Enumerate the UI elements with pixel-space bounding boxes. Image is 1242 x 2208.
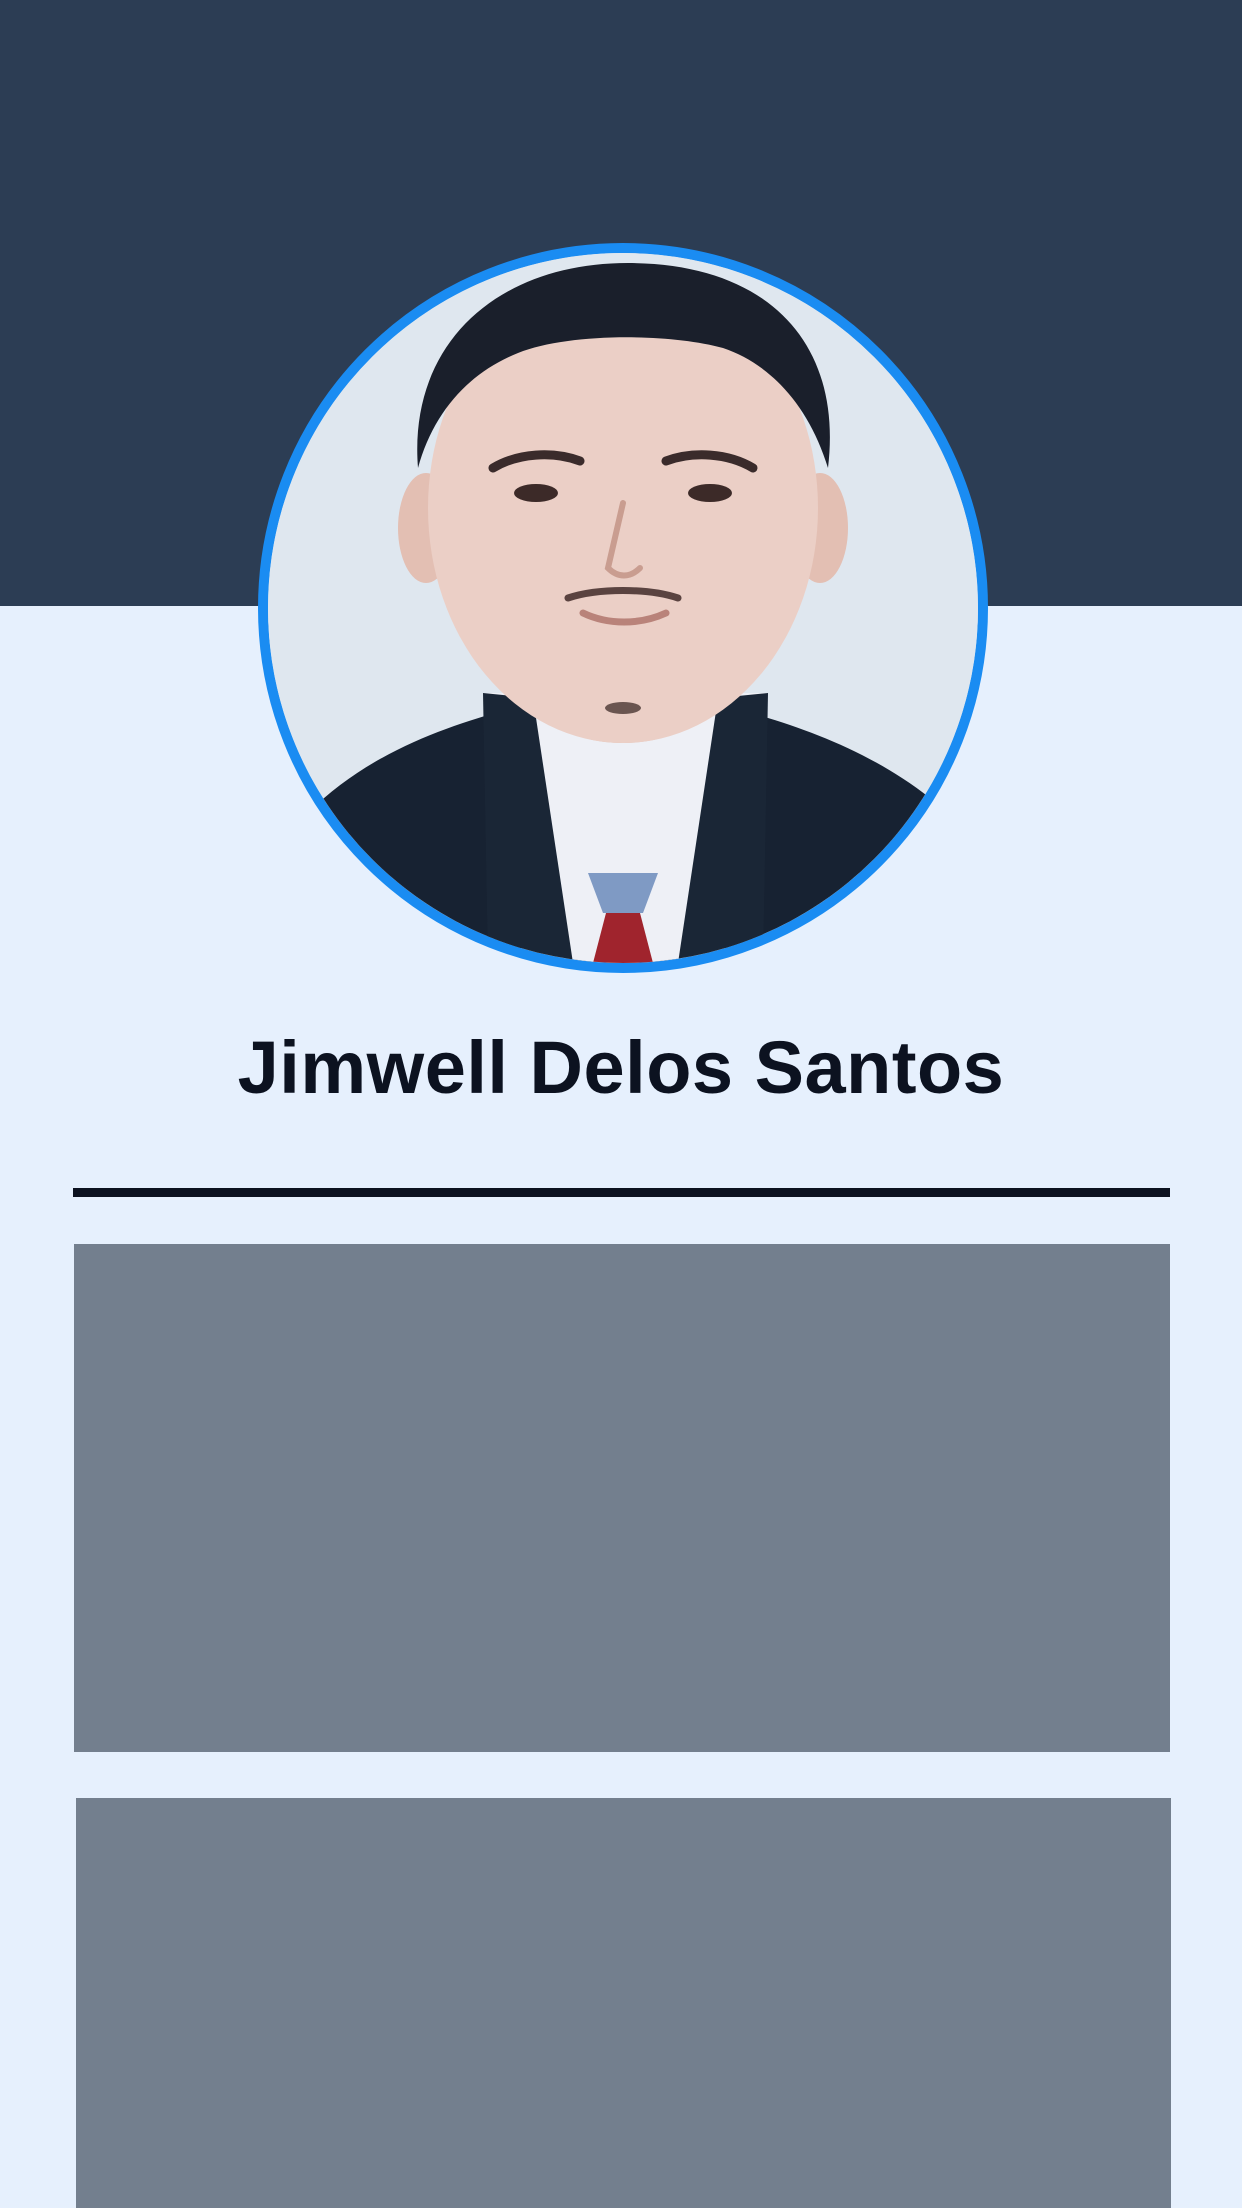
profile-photo-icon <box>268 253 978 963</box>
profile-page: Jimwell Delos Santos <box>0 0 1242 2208</box>
profile-name: Jimwell Delos Santos <box>237 1026 1005 1109</box>
profile-avatar[interactable] <box>258 243 988 973</box>
content-placeholder-card <box>74 1244 1170 1752</box>
section-divider <box>73 1188 1170 1197</box>
content-placeholder-card <box>76 1798 1171 2208</box>
